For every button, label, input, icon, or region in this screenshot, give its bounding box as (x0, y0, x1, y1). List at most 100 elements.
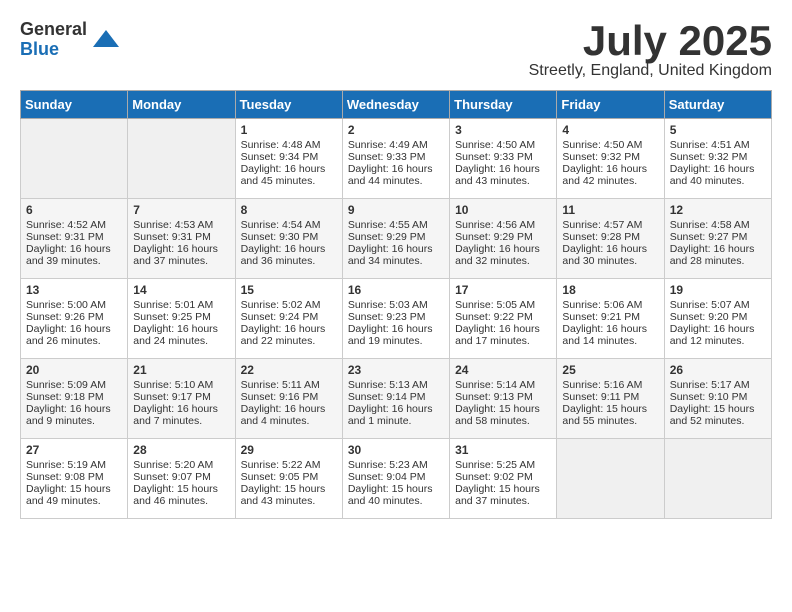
calendar-cell: 6Sunrise: 4:52 AMSunset: 9:31 PMDaylight… (21, 199, 128, 279)
sunrise-text: Sunrise: 4:50 AM (455, 139, 551, 151)
calendar-week-4: 20Sunrise: 5:09 AMSunset: 9:18 PMDayligh… (21, 359, 772, 439)
sunrise-text: Sunrise: 5:14 AM (455, 379, 551, 391)
day-number: 24 (455, 363, 551, 377)
sunrise-text: Sunrise: 5:03 AM (348, 299, 444, 311)
day-number: 9 (348, 203, 444, 217)
sunset-text: Sunset: 9:07 PM (133, 471, 229, 483)
calendar-cell: 21Sunrise: 5:10 AMSunset: 9:17 PMDayligh… (128, 359, 235, 439)
sunset-text: Sunset: 9:04 PM (348, 471, 444, 483)
calendar-cell: 8Sunrise: 4:54 AMSunset: 9:30 PMDaylight… (235, 199, 342, 279)
daylight-text: Daylight: 16 hours and 14 minutes. (562, 323, 658, 347)
sunset-text: Sunset: 9:21 PM (562, 311, 658, 323)
sunrise-text: Sunrise: 5:10 AM (133, 379, 229, 391)
daylight-text: Daylight: 16 hours and 17 minutes. (455, 323, 551, 347)
day-number: 25 (562, 363, 658, 377)
day-number: 28 (133, 443, 229, 457)
sunrise-text: Sunrise: 5:25 AM (455, 459, 551, 471)
sunrise-text: Sunrise: 5:06 AM (562, 299, 658, 311)
daylight-text: Daylight: 16 hours and 9 minutes. (26, 403, 122, 427)
calendar-cell: 1Sunrise: 4:48 AMSunset: 9:34 PMDaylight… (235, 119, 342, 199)
calendar-cell: 11Sunrise: 4:57 AMSunset: 9:28 PMDayligh… (557, 199, 664, 279)
sunrise-text: Sunrise: 4:50 AM (562, 139, 658, 151)
day-number: 26 (670, 363, 766, 377)
calendar-cell: 31Sunrise: 5:25 AMSunset: 9:02 PMDayligh… (450, 439, 557, 519)
day-number: 23 (348, 363, 444, 377)
sunset-text: Sunset: 9:27 PM (670, 231, 766, 243)
day-number: 2 (348, 123, 444, 137)
daylight-text: Daylight: 15 hours and 46 minutes. (133, 483, 229, 507)
calendar-cell: 15Sunrise: 5:02 AMSunset: 9:24 PMDayligh… (235, 279, 342, 359)
sunrise-text: Sunrise: 5:00 AM (26, 299, 122, 311)
sunrise-text: Sunrise: 4:57 AM (562, 219, 658, 231)
calendar-cell: 16Sunrise: 5:03 AMSunset: 9:23 PMDayligh… (342, 279, 449, 359)
sunrise-text: Sunrise: 5:07 AM (670, 299, 766, 311)
day-number: 17 (455, 283, 551, 297)
day-number: 31 (455, 443, 551, 457)
day-number: 20 (26, 363, 122, 377)
sunrise-text: Sunrise: 4:49 AM (348, 139, 444, 151)
header-day-sunday: Sunday (21, 91, 128, 119)
daylight-text: Daylight: 16 hours and 43 minutes. (455, 163, 551, 187)
calendar-cell: 10Sunrise: 4:56 AMSunset: 9:29 PMDayligh… (450, 199, 557, 279)
sunrise-text: Sunrise: 4:53 AM (133, 219, 229, 231)
daylight-text: Daylight: 16 hours and 39 minutes. (26, 243, 122, 267)
daylight-text: Daylight: 16 hours and 19 minutes. (348, 323, 444, 347)
sunrise-text: Sunrise: 5:20 AM (133, 459, 229, 471)
sunrise-text: Sunrise: 4:56 AM (455, 219, 551, 231)
title-block: July 2025 Streetly, England, United King… (529, 20, 772, 80)
sunset-text: Sunset: 9:13 PM (455, 391, 551, 403)
daylight-text: Daylight: 16 hours and 22 minutes. (241, 323, 337, 347)
calendar-cell: 3Sunrise: 4:50 AMSunset: 9:33 PMDaylight… (450, 119, 557, 199)
sunset-text: Sunset: 9:24 PM (241, 311, 337, 323)
day-number: 4 (562, 123, 658, 137)
sunrise-text: Sunrise: 5:01 AM (133, 299, 229, 311)
sunrise-text: Sunrise: 4:58 AM (670, 219, 766, 231)
sunset-text: Sunset: 9:32 PM (562, 151, 658, 163)
calendar-cell: 14Sunrise: 5:01 AMSunset: 9:25 PMDayligh… (128, 279, 235, 359)
calendar-header: SundayMondayTuesdayWednesdayThursdayFrid… (21, 91, 772, 119)
sunrise-text: Sunrise: 5:19 AM (26, 459, 122, 471)
daylight-text: Daylight: 16 hours and 26 minutes. (26, 323, 122, 347)
calendar-cell: 23Sunrise: 5:13 AMSunset: 9:14 PMDayligh… (342, 359, 449, 439)
daylight-text: Daylight: 16 hours and 24 minutes. (133, 323, 229, 347)
sunset-text: Sunset: 9:26 PM (26, 311, 122, 323)
day-number: 16 (348, 283, 444, 297)
sunrise-text: Sunrise: 5:16 AM (562, 379, 658, 391)
sunset-text: Sunset: 9:18 PM (26, 391, 122, 403)
header-day-thursday: Thursday (450, 91, 557, 119)
calendar-cell: 27Sunrise: 5:19 AMSunset: 9:08 PMDayligh… (21, 439, 128, 519)
sunset-text: Sunset: 9:32 PM (670, 151, 766, 163)
sunset-text: Sunset: 9:33 PM (348, 151, 444, 163)
sunset-text: Sunset: 9:31 PM (26, 231, 122, 243)
daylight-text: Daylight: 16 hours and 32 minutes. (455, 243, 551, 267)
daylight-text: Daylight: 16 hours and 44 minutes. (348, 163, 444, 187)
sunset-text: Sunset: 9:29 PM (455, 231, 551, 243)
sunset-text: Sunset: 9:05 PM (241, 471, 337, 483)
day-number: 15 (241, 283, 337, 297)
calendar-cell: 28 Sunrise: 5:20 AMSunset: 9:07 PMDayligh… (128, 439, 235, 519)
daylight-text: Daylight: 16 hours and 30 minutes. (562, 243, 658, 267)
day-number: 18 (562, 283, 658, 297)
logo-blue-text: Blue (20, 39, 59, 59)
daylight-text: Daylight: 15 hours and 43 minutes. (241, 483, 337, 507)
daylight-text: Daylight: 16 hours and 1 minute. (348, 403, 444, 427)
header-day-friday: Friday (557, 91, 664, 119)
daylight-text: Daylight: 16 hours and 40 minutes. (670, 163, 766, 187)
sunset-text: Sunset: 9:28 PM (562, 231, 658, 243)
calendar-cell: 5Sunrise: 4:51 AMSunset: 9:32 PMDaylight… (664, 119, 771, 199)
calendar-cell: 4Sunrise: 4:50 AMSunset: 9:32 PMDaylight… (557, 119, 664, 199)
sunrise-text: Sunrise: 4:51 AM (670, 139, 766, 151)
sunrise-text: Sunrise: 4:54 AM (241, 219, 337, 231)
header-day-monday: Monday (128, 91, 235, 119)
calendar-cell: 29Sunrise: 5:22 AMSunset: 9:05 PMDayligh… (235, 439, 342, 519)
sunset-text: Sunset: 9:30 PM (241, 231, 337, 243)
sunrise-text: Sunrise: 4:55 AM (348, 219, 444, 231)
day-number: 1 (241, 123, 337, 137)
calendar-cell: 20Sunrise: 5:09 AMSunset: 9:18 PMDayligh… (21, 359, 128, 439)
calendar-cell: 22Sunrise: 5:11 AMSunset: 9:16 PMDayligh… (235, 359, 342, 439)
calendar-cell: 9Sunrise: 4:55 AMSunset: 9:29 PMDaylight… (342, 199, 449, 279)
page-header: General Blue July 2025 Streetly, England… (20, 20, 772, 80)
day-number: 21 (133, 363, 229, 377)
logo: General Blue (20, 20, 121, 60)
calendar-cell: 19Sunrise: 5:07 AMSunset: 9:20 PMDayligh… (664, 279, 771, 359)
